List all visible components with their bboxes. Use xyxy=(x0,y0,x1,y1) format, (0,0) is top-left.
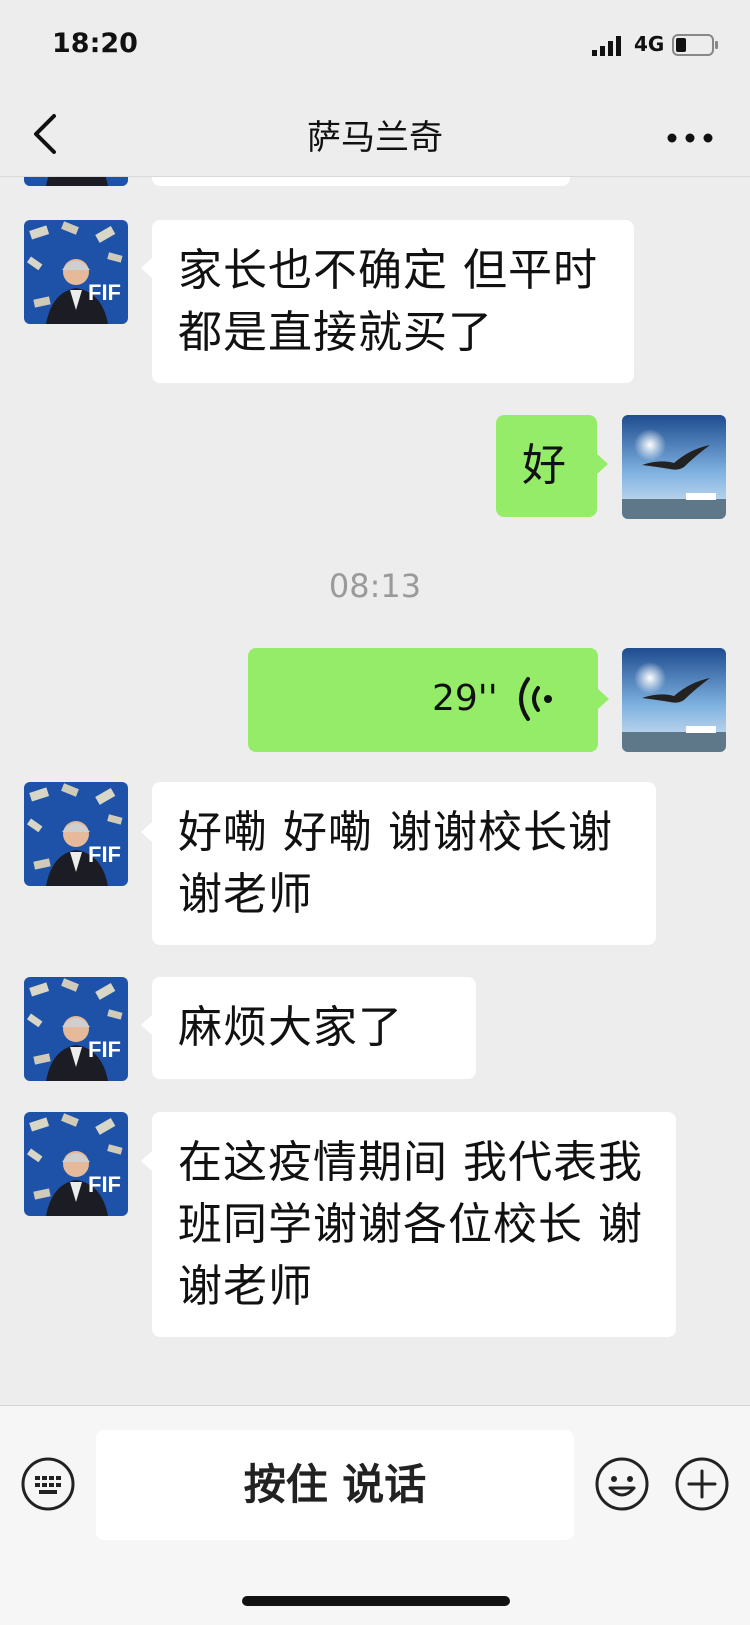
hold-to-talk-button[interactable]: 按住 说话 xyxy=(96,1430,574,1540)
bubble-tail xyxy=(141,822,152,842)
self-avatar[interactable] xyxy=(622,415,726,519)
bubble-tail xyxy=(141,1015,152,1035)
bubble-tail xyxy=(141,1151,152,1171)
voice-wave-icon xyxy=(519,677,552,721)
home-indicator xyxy=(242,1596,510,1606)
message-list[interactable]: 家长也不确定 但平时都是直接就买了 好 08:13 29'' 好嘞 好嘞 谢谢校… xyxy=(0,177,750,1405)
message-bubble-incoming[interactable]: 麻烦大家了 xyxy=(152,977,476,1079)
contact-avatar[interactable] xyxy=(24,782,128,886)
status-time: 18:20 xyxy=(52,28,138,59)
message-text: 在这疫情期间 我代表我班同学谢谢各位校长 谢谢老师 xyxy=(178,1137,643,1312)
message-bubble-incoming[interactable]: 好嘞 好嘞 谢谢校长谢谢老师 xyxy=(152,782,656,945)
message-text: 好嘞 好嘞 谢谢校长谢谢老师 xyxy=(178,807,613,920)
voice-message-bubble[interactable]: 29'' xyxy=(248,648,598,752)
chat-header: 萨马兰奇 xyxy=(0,90,750,177)
message-text: 麻烦大家了 xyxy=(178,1002,403,1053)
message-bubble-partial[interactable] xyxy=(152,177,570,186)
contact-avatar[interactable] xyxy=(24,977,128,1081)
status-bar: 18:20 4G xyxy=(0,0,750,90)
more-options-button[interactable] xyxy=(660,104,720,164)
message-text: 好 xyxy=(522,440,567,491)
smiley-face-icon xyxy=(595,1457,649,1511)
voice-duration: 29'' xyxy=(432,678,498,719)
message-bubble-incoming[interactable]: 家长也不确定 但平时都是直接就买了 xyxy=(152,220,634,383)
keyboard-icon xyxy=(21,1457,75,1511)
more-functions-button[interactable] xyxy=(674,1456,730,1512)
message-timestamp: 08:13 xyxy=(328,567,422,605)
bubble-tail xyxy=(597,454,608,474)
contact-avatar[interactable] xyxy=(24,177,128,186)
cellular-signal-icon xyxy=(592,36,621,56)
contact-avatar[interactable] xyxy=(24,1112,128,1216)
self-avatar[interactable] xyxy=(622,648,726,752)
bubble-tail xyxy=(141,258,152,278)
message-bubble-incoming[interactable]: 在这疫情期间 我代表我班同学谢谢各位校长 谢谢老师 xyxy=(152,1112,676,1337)
back-button[interactable] xyxy=(22,104,82,164)
message-bubble-outgoing[interactable]: 好 xyxy=(496,415,597,517)
keyboard-toggle-button[interactable] xyxy=(20,1456,76,1512)
more-dots-icon xyxy=(667,133,713,143)
chevron-left-icon xyxy=(34,114,56,154)
emoji-button[interactable] xyxy=(594,1456,650,1512)
chat-input-bar: 按住 说话 xyxy=(0,1405,750,1625)
contact-avatar[interactable] xyxy=(24,220,128,324)
message-text: 家长也不确定 但平时都是直接就买了 xyxy=(178,245,598,358)
network-type-label: 4G xyxy=(634,32,665,56)
bubble-tail xyxy=(598,689,609,709)
plus-circle-icon xyxy=(675,1457,729,1511)
chat-title: 萨马兰奇 xyxy=(307,118,443,158)
battery-icon xyxy=(672,34,718,56)
